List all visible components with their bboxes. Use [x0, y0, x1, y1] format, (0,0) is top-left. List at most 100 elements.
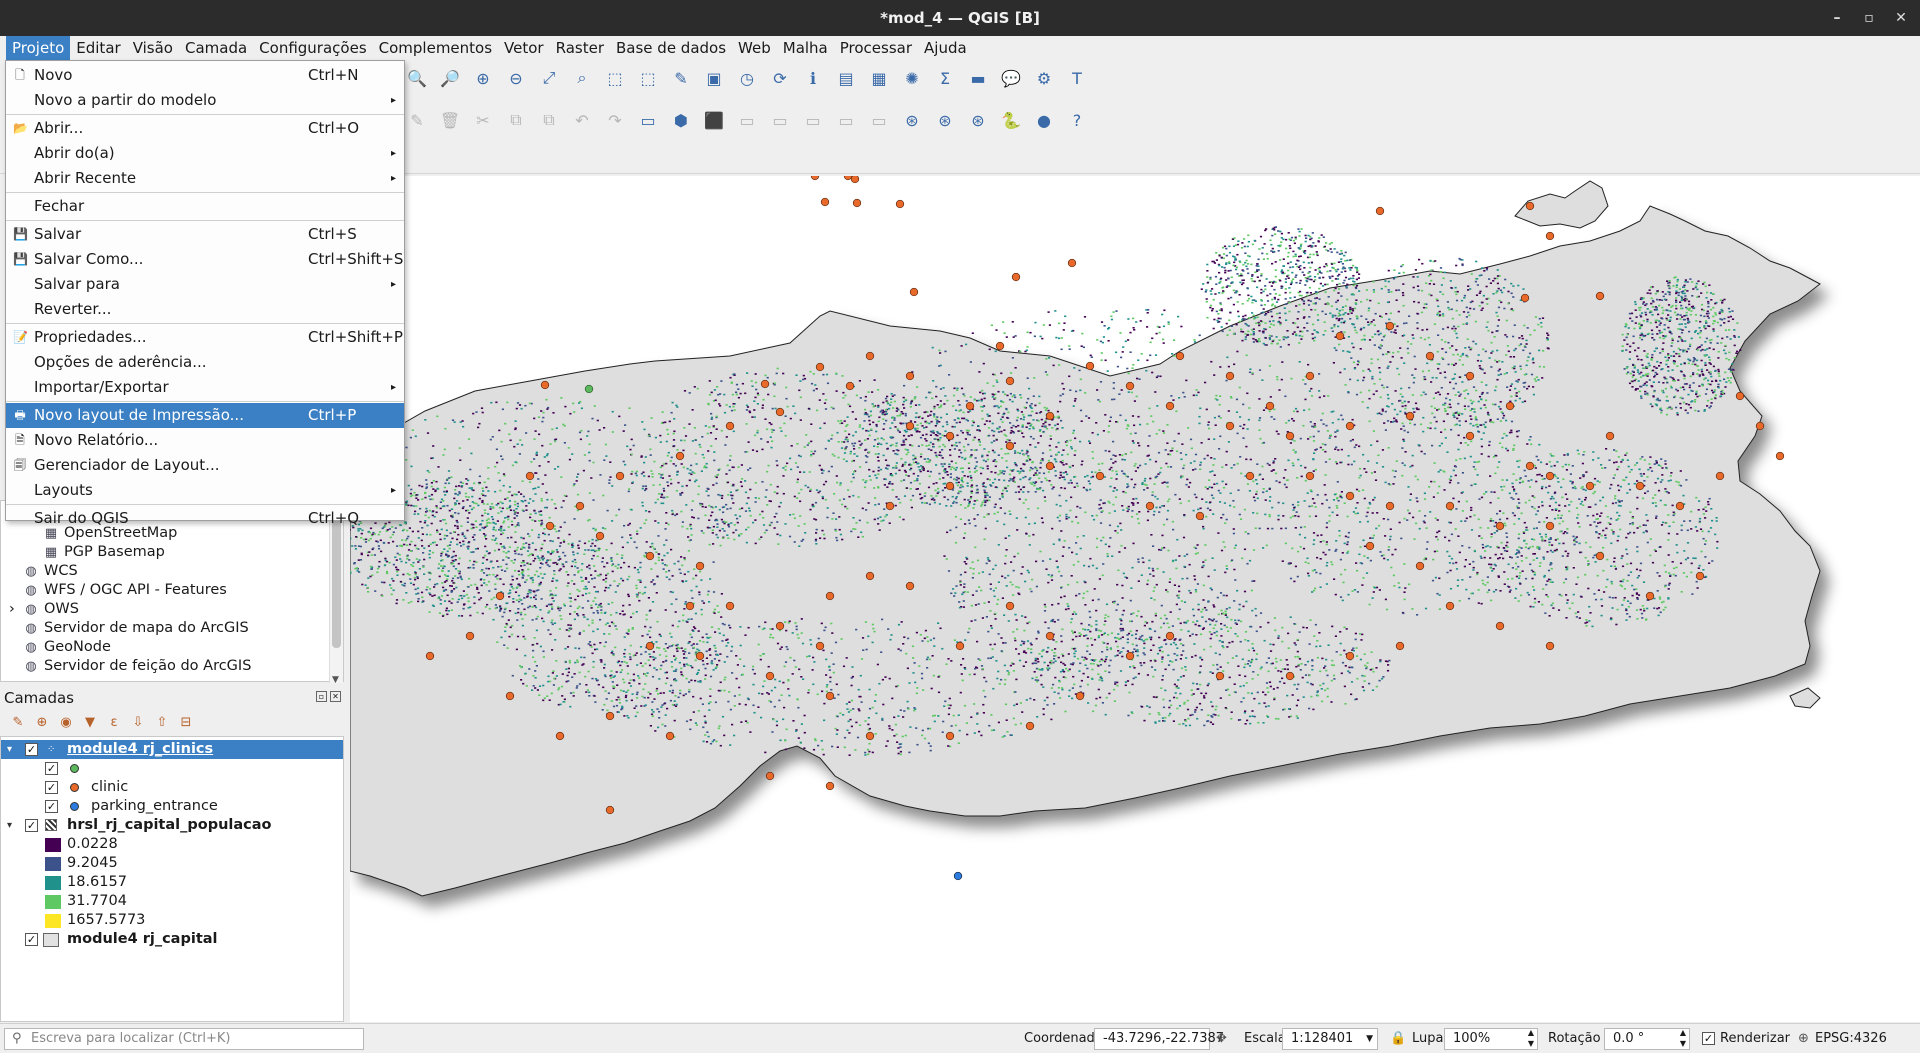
clinic-point[interactable]: [852, 198, 862, 208]
magnifier-field[interactable]: 100% ▲ ▼: [1444, 1028, 1538, 1050]
layers-tool-icon[interactable]: ε: [102, 710, 126, 734]
menu-6[interactable]: Vetor: [498, 36, 550, 60]
clinic-point[interactable]: [775, 621, 785, 631]
clinic-point[interactable]: [1425, 351, 1435, 361]
clinic-point[interactable]: [945, 431, 955, 441]
clinic-point[interactable]: [1365, 541, 1375, 551]
clinic-point[interactable]: [605, 711, 615, 721]
clinic-point[interactable]: [505, 691, 515, 701]
toolbar-tool-icon[interactable]: 🔍: [405, 66, 429, 90]
toolbar-tool-icon[interactable]: ▦: [867, 66, 891, 90]
toolbar-tool-icon[interactable]: ⧉: [537, 108, 561, 132]
clinic-point[interactable]: [1225, 421, 1235, 431]
toolbar-tool-icon[interactable]: ⟳: [768, 66, 792, 90]
menu-8[interactable]: Base de dados: [610, 36, 732, 60]
clinic-point[interactable]: [425, 651, 435, 661]
legend-class-row[interactable]: ✓: [1, 759, 343, 778]
clinic-point[interactable]: [1335, 331, 1345, 341]
menu-2[interactable]: Visão: [127, 36, 179, 60]
clinic-point[interactable]: [1385, 501, 1395, 511]
legend-class-row[interactable]: ✓ clinic: [1, 778, 343, 797]
project-menu-item[interactable]: 🖶 Novo layout de Impressão... Ctrl+P: [6, 403, 404, 428]
locator-input[interactable]: ⚲ Escreva para localizar (Ctrl+K): [4, 1028, 364, 1050]
browser-item[interactable]: ◍ WFS / OGC API - Features: [23, 581, 227, 600]
clinic-point[interactable]: [1505, 401, 1515, 411]
collapse-arrow-icon[interactable]: ▾: [7, 816, 12, 835]
toolbar-tool-icon[interactable]: ⊛: [900, 108, 924, 132]
clinic-point[interactable]: [1175, 351, 1185, 361]
clinic-point[interactable]: [1075, 691, 1085, 701]
clinic-point[interactable]: [1445, 601, 1455, 611]
clinic-point[interactable]: [605, 805, 615, 815]
clinic-point[interactable]: [1675, 501, 1685, 511]
clinic-point[interactable]: [1545, 231, 1555, 241]
clinic-point[interactable]: [555, 731, 565, 741]
toolbar-tool-icon[interactable]: ⬛: [702, 108, 726, 132]
clinic-point[interactable]: [1495, 621, 1505, 631]
project-menu-item[interactable]: 🗎 Novo Relatório...: [6, 428, 404, 453]
toolbar-tool-icon[interactable]: ✎: [405, 108, 429, 132]
toolbar-tool-icon[interactable]: ⊖: [504, 66, 528, 90]
project-menu-item[interactable]: Novo a partir do modelo ▸: [6, 88, 404, 113]
crs-label[interactable]: EPSG:4326: [1815, 1028, 1887, 1050]
rotation-field[interactable]: 0.0 ° ▲ ▼: [1604, 1028, 1690, 1050]
menu-11[interactable]: Processar: [834, 36, 918, 60]
clinic-point[interactable]: [825, 591, 835, 601]
project-menu-item[interactable]: Opções de aderência...: [6, 350, 404, 375]
project-menu-item[interactable]: 📂 Abrir... Ctrl+O: [6, 116, 404, 141]
toolbar-tool-icon[interactable]: ⌕: [570, 66, 594, 90]
clinic-point[interactable]: [540, 380, 550, 390]
maximize-icon[interactable]: ▫: [1852, 0, 1886, 36]
toolbar-tool-icon[interactable]: ℹ: [801, 66, 825, 90]
clinic-point[interactable]: [1545, 471, 1555, 481]
layers-tool-icon[interactable]: ▼: [78, 710, 102, 734]
clinic-point[interactable]: [725, 421, 735, 431]
clinic-point[interactable]: [1735, 391, 1745, 401]
close-panel-icon[interactable]: ✕: [330, 691, 341, 702]
project-menu-item[interactable]: 💾 Salvar Ctrl+S: [6, 222, 404, 247]
toolbar-tool-icon[interactable]: ▭: [801, 108, 825, 132]
clinic-point[interactable]: [1145, 501, 1155, 511]
clinic-point[interactable]: [545, 521, 555, 531]
clinic-point[interactable]: [1345, 651, 1355, 661]
toolbar-tool-icon[interactable]: ⚙: [1032, 66, 1056, 90]
clinic-point[interactable]: [1245, 471, 1255, 481]
float-panel-icon[interactable]: ▫: [316, 691, 327, 702]
toolbar-tool-icon[interactable]: ?: [1065, 108, 1089, 132]
menu-4[interactable]: Configurações: [253, 36, 372, 60]
project-menu-item[interactable]: Fechar: [6, 194, 404, 219]
clinic-point[interactable]: [1775, 451, 1785, 461]
toolbar-tool-icon[interactable]: ⬢: [669, 108, 693, 132]
toolbar-tool-icon[interactable]: T: [1065, 66, 1089, 90]
clinic-point[interactable]: [865, 731, 875, 741]
minimize-icon[interactable]: –: [1820, 0, 1854, 36]
clinic-point[interactable]: [995, 341, 1005, 351]
clinic-point[interactable]: [1045, 461, 1055, 471]
browser-item[interactable]: ▦ PGP Basemap: [43, 543, 165, 562]
layers-tool-icon[interactable]: ⊕: [30, 710, 54, 734]
toolbar-tool-icon[interactable]: ▤: [834, 66, 858, 90]
toolbar-tool-icon[interactable]: 🐍: [999, 108, 1023, 132]
clinic-point[interactable]: [1005, 601, 1015, 611]
clinic-point[interactable]: [1305, 471, 1315, 481]
clinic-point[interactable]: [1405, 411, 1415, 421]
layers-tool-icon[interactable]: ⊟: [174, 710, 198, 734]
parking-entrance-point[interactable]: [953, 871, 963, 881]
menu-9[interactable]: Web: [732, 36, 777, 60]
clinic-point[interactable]: [765, 671, 775, 681]
project-menu-item[interactable]: Layouts ▸: [6, 478, 404, 503]
toggle-extents-icon[interactable]: ✥: [1216, 1028, 1227, 1050]
toolbar-tool-icon[interactable]: ▭: [867, 108, 891, 132]
menu-7[interactable]: Raster: [550, 36, 610, 60]
browser-item[interactable]: ◍ WCS: [23, 562, 77, 581]
clinic-point[interactable]: [645, 641, 655, 651]
toolbar-tool-icon[interactable]: ⧉: [504, 108, 528, 132]
clinic-point[interactable]: [945, 731, 955, 741]
toolbar-tool-icon[interactable]: ▭: [636, 108, 660, 132]
toolbar-tool-icon[interactable]: ⬚: [603, 66, 627, 90]
project-menu-item[interactable]: Importar/Exportar ▸: [6, 375, 404, 400]
clinic-point[interactable]: [695, 561, 705, 571]
clinic-point[interactable]: [1545, 641, 1555, 651]
clinic-point[interactable]: [1345, 421, 1355, 431]
browser-item[interactable]: ◍ GeoNode: [23, 638, 111, 657]
